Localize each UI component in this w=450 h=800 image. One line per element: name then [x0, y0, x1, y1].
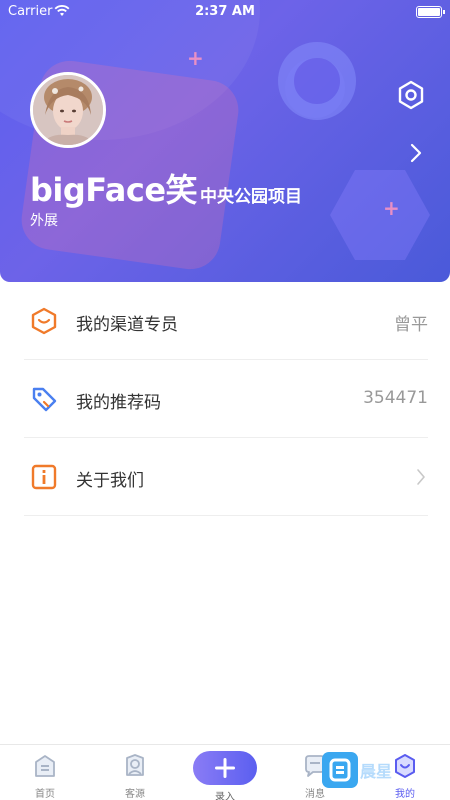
tab-label: 我的 [395, 789, 415, 800]
tab-customers[interactable]: 客源 [90, 745, 180, 800]
user-name: bigFace笑 [30, 171, 198, 209]
user-role: 外展 [30, 213, 58, 229]
settings-icon[interactable] [396, 80, 426, 110]
menu-item-channel-specialist[interactable]: 我的渠道专员 曾平 [24, 282, 428, 360]
tag-icon [32, 387, 57, 412]
plus-icon [215, 758, 235, 778]
menu-item-about-us[interactable]: 关于我们 [24, 438, 428, 516]
tab-label: 首页 [35, 789, 55, 800]
menu-item-value: 曾平 [394, 315, 428, 335]
decorative-ring [278, 42, 356, 120]
menu-item-label: 我的渠道专员 [76, 315, 178, 335]
watermark-text: 晨星 [360, 762, 393, 781]
menu-item-label: 关于我们 [76, 471, 144, 491]
profile-header: + + Carrier 2:37 AM bigFace笑 中央公园项目 外展 [0, 0, 450, 282]
tab-label: 录入 [215, 792, 235, 800]
menu-item-referral-code[interactable]: 我的推荐码 354471 [24, 360, 428, 438]
decorative-plus-icon: + [187, 46, 204, 70]
battery-icon [416, 6, 445, 18]
info-icon [31, 464, 57, 490]
profile-icon [395, 754, 415, 778]
menu-list: 我的渠道专员 曾平 我的推荐码 354471 关于我们 [0, 282, 450, 516]
hexagon-person-icon [31, 307, 57, 335]
tab-label: 客源 [125, 789, 145, 800]
chevron-right-icon [417, 469, 425, 485]
decorative-hexagon [330, 170, 430, 260]
watermark-logo-icon [322, 752, 358, 788]
status-bar: Carrier 2:37 AM [0, 0, 450, 24]
menu-item-value: 354471 [363, 388, 428, 408]
customer-icon [126, 754, 144, 776]
chevron-right-icon[interactable] [408, 142, 424, 164]
home-icon [35, 755, 55, 777]
add-entry-button[interactable] [193, 751, 257, 785]
avatar[interactable] [30, 72, 106, 148]
project-name: 中央公园项目 [200, 187, 302, 207]
tab-home[interactable]: 首页 [0, 745, 90, 800]
decorative-plus-icon: + [383, 196, 400, 220]
avatar-portrait-icon [33, 75, 103, 145]
status-time: 2:37 AM [195, 4, 255, 19]
menu-item-label: 我的推荐码 [76, 393, 161, 413]
